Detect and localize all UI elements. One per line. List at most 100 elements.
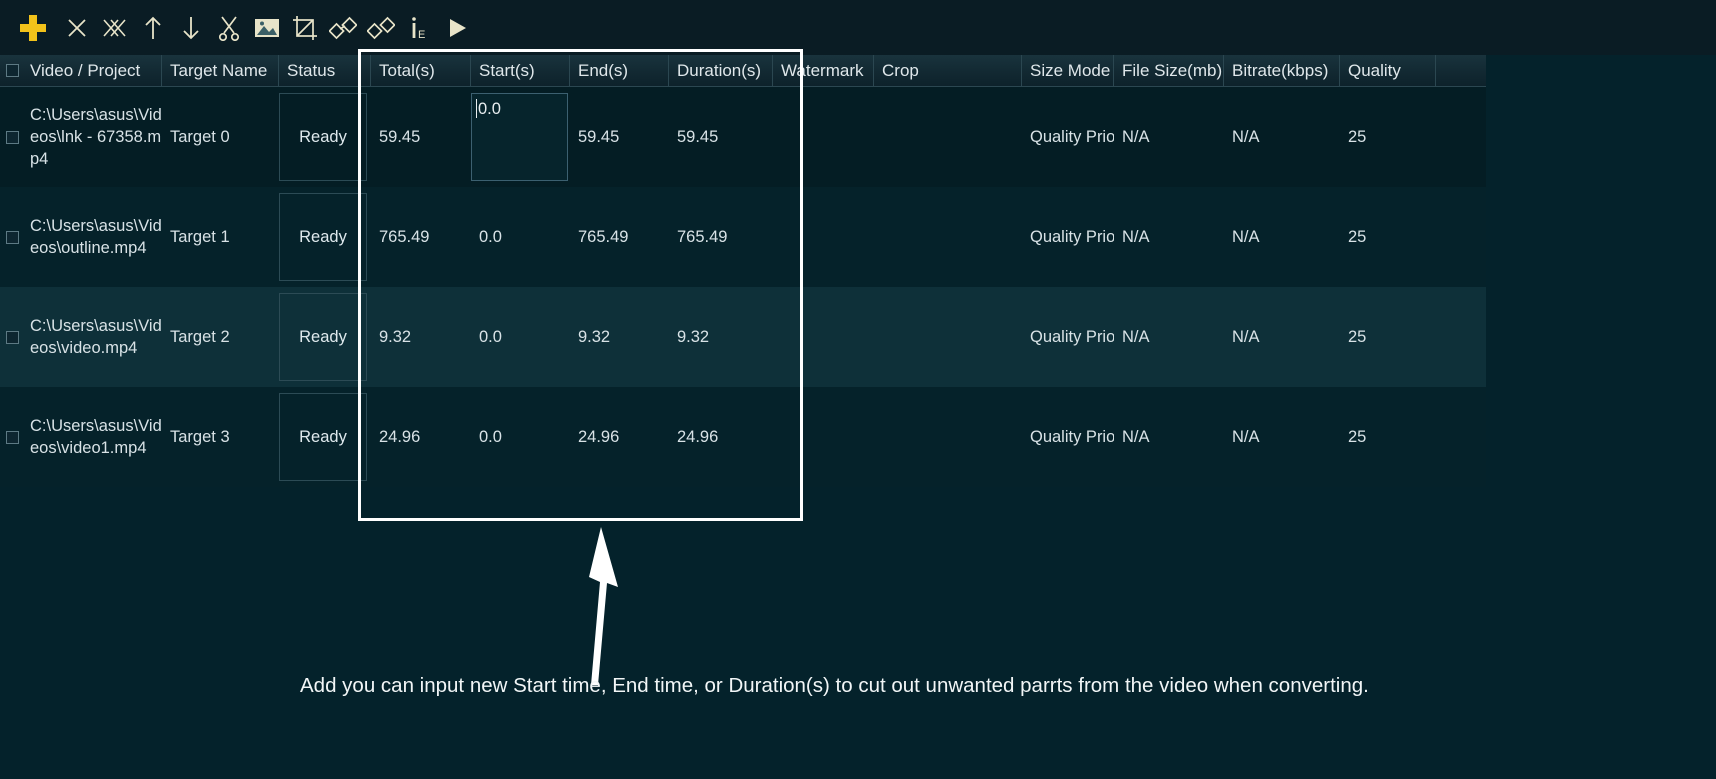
row-checkbox-cell[interactable] (0, 87, 22, 187)
cell-crop[interactable] (874, 387, 1022, 487)
cell-duration[interactable]: 59.45 (669, 87, 773, 187)
crop-icon[interactable] (286, 8, 324, 48)
row-checkbox[interactable] (6, 430, 19, 444)
row-checkbox-cell[interactable] (0, 187, 22, 287)
table-row[interactable]: C:\Users\asus\Videos\lnk - 67358.mp4 Targ… (0, 87, 1486, 187)
table-row[interactable]: C:\Users\asus\Videos\video.mp4 Target 2 Re… (0, 287, 1486, 387)
column-header-watermark[interactable]: Watermark (773, 55, 874, 86)
column-header-video[interactable]: Video / Project (22, 55, 162, 86)
cell-sizemode[interactable]: Quality Prio (1022, 387, 1114, 487)
cell-watermark[interactable] (773, 187, 874, 287)
cell-status[interactable]: Ready (279, 187, 371, 287)
cell-duration[interactable]: 24.96 (669, 387, 773, 487)
column-header-status[interactable]: Status (279, 55, 371, 86)
row-checkbox[interactable] (6, 330, 19, 344)
cell-start[interactable]: 0.0 (471, 387, 570, 487)
cell-end[interactable]: 9.32 (570, 287, 669, 387)
cell-target[interactable]: Target 3 (162, 387, 279, 487)
remove-all-icon[interactable] (96, 8, 134, 48)
cut-icon[interactable] (210, 8, 248, 48)
cell-crop[interactable] (874, 187, 1022, 287)
text-caret (476, 99, 477, 118)
column-header-target[interactable]: Target Name (162, 55, 279, 86)
column-header-filesize[interactable]: File Size(mb) (1114, 55, 1224, 86)
cell-quality[interactable]: 25 (1340, 387, 1436, 487)
cell-bitrate[interactable]: N/A (1224, 187, 1340, 287)
cell-bitrate[interactable]: N/A (1224, 87, 1340, 187)
cell-watermark[interactable] (773, 287, 874, 387)
cell-total[interactable]: 24.96 (371, 387, 471, 487)
column-header-start[interactable]: Start(s) (471, 55, 570, 86)
cell-bitrate[interactable]: N/A (1224, 387, 1340, 487)
column-header-label: Total(s) (379, 60, 435, 80)
column-header-total[interactable]: Total(s) (371, 55, 471, 86)
column-header-bitrate[interactable]: Bitrate(kbps) (1224, 55, 1340, 86)
cell-total[interactable]: 9.32 (371, 287, 471, 387)
row-checkbox[interactable] (6, 230, 19, 244)
row-checkbox-cell[interactable] (0, 287, 22, 387)
annotation-caption: Add you can input new Start time, End ti… (300, 674, 1369, 697)
cell-video[interactable]: C:\Users\asus\Videos\video1.mp4 (22, 387, 162, 487)
cell-quality[interactable]: 25 (1340, 87, 1436, 187)
cell-total[interactable]: 765.49 (371, 187, 471, 287)
start-time-value: 0.0 (478, 100, 501, 118)
toolbar: E (0, 0, 1716, 55)
info-icon[interactable]: E (400, 8, 438, 48)
cell-filesize[interactable]: N/A (1114, 287, 1224, 387)
cell-video[interactable]: C:\Users\asus\Videos\video.mp4 (22, 287, 162, 387)
cell-quality[interactable]: 25 (1340, 287, 1436, 387)
cell-quality[interactable]: 25 (1340, 187, 1436, 287)
cell-end[interactable]: 765.49 (570, 187, 669, 287)
cell-filesize[interactable]: N/A (1114, 387, 1224, 487)
cell-bitrate[interactable]: N/A (1224, 287, 1340, 387)
column-header-duration[interactable]: Duration(s) (669, 55, 773, 86)
column-header-label: Watermark (781, 60, 864, 80)
cell-end[interactable]: 24.96 (570, 387, 669, 487)
cell-target[interactable]: Target 2 (162, 287, 279, 387)
row-checkbox[interactable] (6, 130, 19, 144)
table-body: C:\Users\asus\Videos\lnk - 67358.mp4 Targ… (0, 87, 1486, 487)
column-header-end[interactable]: End(s) (570, 55, 669, 86)
cell-duration[interactable]: 9.32 (669, 287, 773, 387)
image-icon[interactable] (248, 8, 286, 48)
cell-status[interactable]: Ready (279, 387, 371, 487)
remove-icon[interactable] (58, 8, 96, 48)
cell-video[interactable]: C:\Users\asus\Videos\lnk - 67358.mp4 (22, 87, 162, 187)
play-icon[interactable] (438, 8, 476, 48)
add-icon[interactable] (8, 8, 58, 48)
cell-status[interactable]: Ready (279, 287, 371, 387)
column-header-sizemode[interactable]: Size Mode (1022, 55, 1114, 86)
start-time-input[interactable]: 0.0 (471, 93, 568, 181)
unlink-icon[interactable] (362, 8, 400, 48)
row-checkbox-cell[interactable] (0, 387, 22, 487)
cell-duration[interactable]: 765.49 (669, 187, 773, 287)
cell-watermark[interactable] (773, 87, 874, 187)
table-row[interactable]: C:\Users\asus\Videos\video1.mp4 Target 3R… (0, 387, 1486, 487)
column-header-quality[interactable]: Quality (1340, 55, 1436, 86)
cell-watermark[interactable] (773, 387, 874, 487)
cell-target[interactable]: Target 1 (162, 187, 279, 287)
cell-crop[interactable] (874, 87, 1022, 187)
conversion-task-table: Video / Project Target Name Status Total(s)… (0, 55, 1486, 487)
cell-start[interactable]: 0.0 (471, 287, 570, 387)
link-icon[interactable] (324, 8, 362, 48)
cell-sizemode[interactable]: Quality Prio (1022, 87, 1114, 187)
column-header-crop[interactable]: Crop (874, 55, 1022, 86)
cell-sizemode[interactable]: Quality Prio (1022, 187, 1114, 287)
move-up-icon[interactable] (134, 8, 172, 48)
cell-filesize[interactable]: N/A (1114, 187, 1224, 287)
cell-start-editing[interactable]: 0.0 (471, 87, 570, 187)
cell-filesize[interactable]: N/A (1114, 87, 1224, 187)
move-down-icon[interactable] (172, 8, 210, 48)
cell-video[interactable]: C:\Users\asus\Videos\outline.mp4 (22, 187, 162, 287)
column-header-check[interactable] (0, 55, 22, 86)
cell-sizemode[interactable]: Quality Prio (1022, 287, 1114, 387)
table-row[interactable]: C:\Users\asus\Videos\outline.mp4 Target 1… (0, 187, 1486, 287)
select-all-checkbox[interactable] (6, 64, 19, 77)
cell-status[interactable]: Ready (279, 87, 371, 187)
cell-crop[interactable] (874, 287, 1022, 387)
cell-start[interactable]: 0.0 (471, 187, 570, 287)
cell-total[interactable]: 59.45 (371, 87, 471, 187)
cell-end[interactable]: 59.45 (570, 87, 669, 187)
cell-target[interactable]: Target 0 (162, 87, 279, 187)
